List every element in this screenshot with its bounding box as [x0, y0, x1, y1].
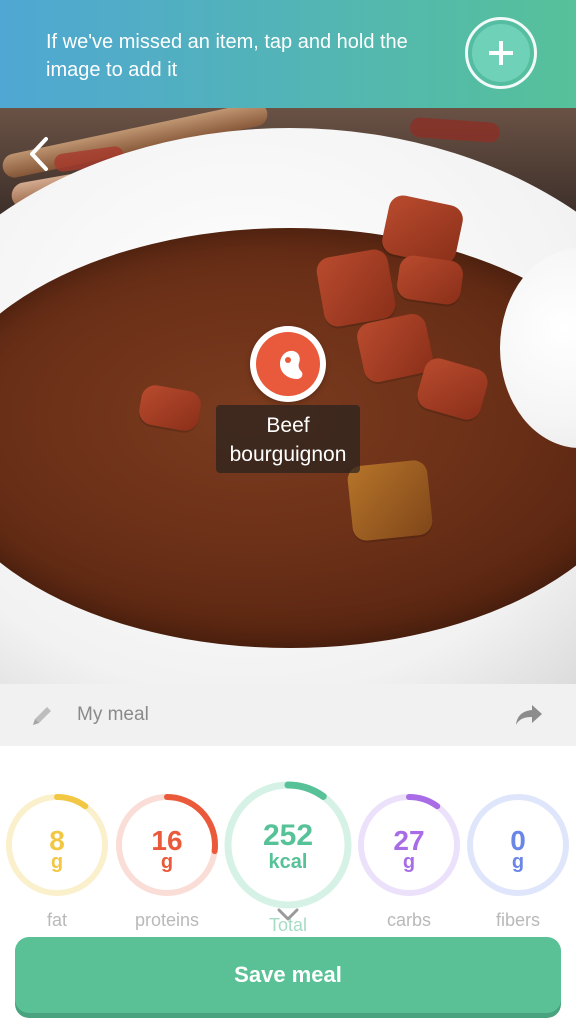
nutrient-carbs-unit: g [402, 851, 416, 873]
meal-name[interactable]: My meal [77, 704, 149, 726]
chevron-down-icon[interactable] [277, 908, 299, 922]
save-meal-label: Save meal [234, 962, 342, 987]
nutrient-fat-unit: g [50, 851, 64, 873]
hint-text: If we've missed an item, tap and hold th… [46, 31, 408, 81]
nutrient-total[interactable]: 252 kcal [221, 778, 355, 912]
nutrient-carbs: 27 g [355, 791, 463, 899]
chevron-left-icon[interactable] [26, 135, 56, 173]
nutrient-fat: 8g [3, 791, 111, 899]
nutrient-proteins-label: proteins [134, 910, 200, 930]
nutrient-total-value: 252 [262, 819, 314, 852]
nutrient-fibers-label: fibers [495, 910, 540, 930]
nutrient-fat-label: fat [46, 910, 67, 930]
nutrient-carbs-label: carbs [386, 910, 431, 930]
pencil-icon[interactable] [30, 704, 54, 728]
save-meal-button[interactable]: Save meal [15, 937, 561, 1013]
hint-banner: If we've missed an item, tap and hold th… [0, 0, 576, 108]
nutrient-proteins-unit: g [160, 851, 174, 873]
share-icon[interactable] [514, 703, 544, 727]
stew-chunk [314, 247, 398, 329]
nutrient-total-unit: kcal [268, 851, 308, 873]
add-item-button[interactable] [465, 17, 537, 89]
nutrient-fibers-unit: g [511, 851, 525, 873]
background-prop [409, 116, 501, 144]
food-item-label[interactable]: Beef bourguignon [216, 405, 360, 473]
stew-chunk [395, 253, 465, 307]
stew-chunk [346, 459, 434, 542]
nutrient-fibers: 0g [464, 791, 572, 899]
plus-icon [472, 24, 530, 82]
food-item-pin[interactable] [250, 326, 326, 402]
nutrient-proteins: 16 g [113, 791, 221, 899]
meat-icon [256, 332, 320, 396]
